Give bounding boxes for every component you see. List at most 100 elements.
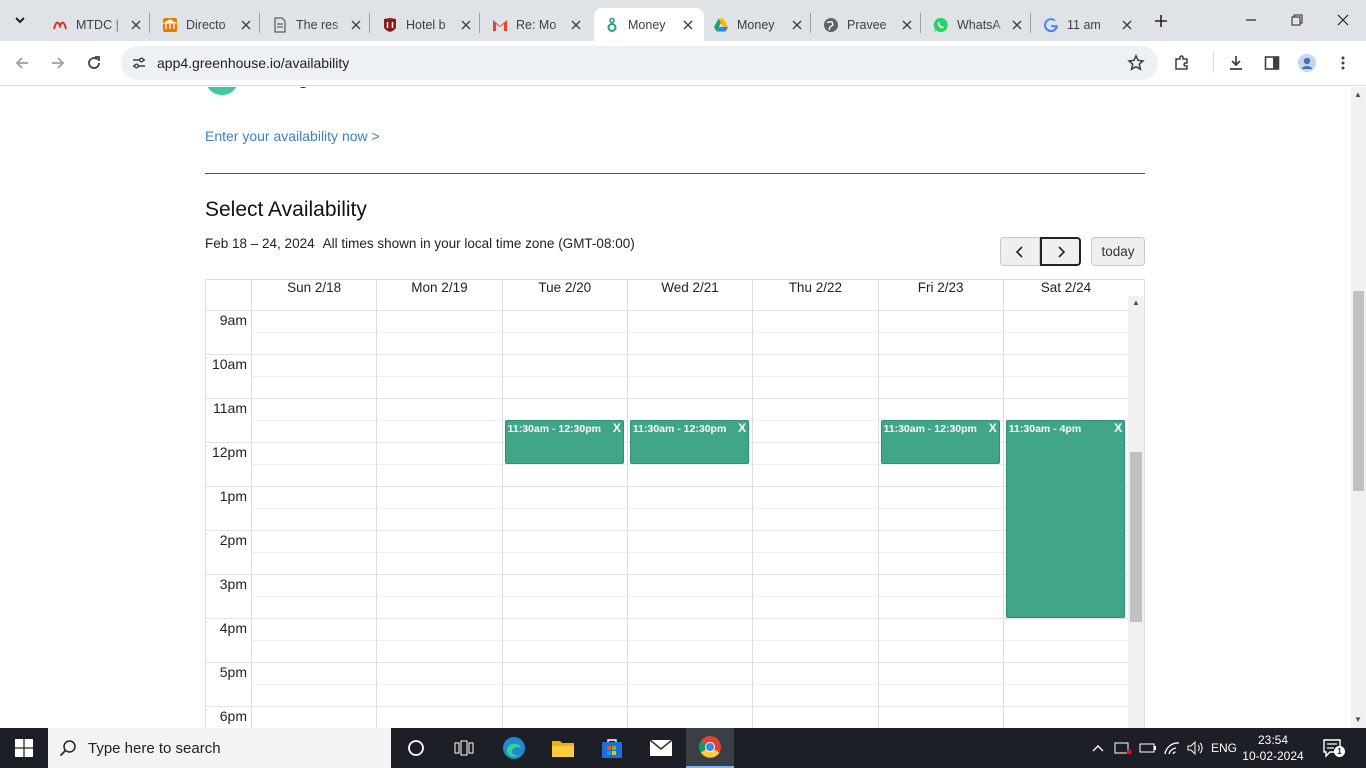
taskbar-edge[interactable] <box>490 728 538 768</box>
time-slot-label: 6pm <box>219 708 247 724</box>
browser-tab[interactable]: Money <box>703 8 813 41</box>
time-slot-label: 9am <box>219 312 247 328</box>
taskbar-chrome[interactable] <box>686 728 734 768</box>
profile-button[interactable] <box>1293 49 1321 77</box>
close-tab-icon[interactable] <box>128 17 144 33</box>
page-scroll-down-arrow[interactable]: ▼ <box>1354 715 1362 724</box>
address-bar[interactable]: app4.greenhouse.io/availability <box>121 46 1158 80</box>
bookmark-star-icon[interactable] <box>1126 53 1146 73</box>
page-scroll-up-arrow[interactable]: ▲ <box>1354 90 1362 99</box>
new-tab-button[interactable] <box>1150 10 1172 32</box>
calendar-scroll-thumb[interactable] <box>1130 452 1142 622</box>
page-scroll-thumb[interactable] <box>1353 291 1364 491</box>
tab-separator <box>149 13 150 33</box>
enter-availability-link[interactable]: Enter your availability now > <box>205 128 380 144</box>
volume-tray[interactable] <box>1184 728 1206 768</box>
next-week-button[interactable] <box>1040 237 1081 266</box>
chrome-menu-button[interactable] <box>1329 49 1357 77</box>
chevron-down-icon <box>15 17 25 24</box>
task-view-button[interactable] <box>440 728 488 768</box>
remove-availability-button[interactable]: X <box>989 421 997 435</box>
back-button[interactable] <box>8 49 36 77</box>
browser-tab[interactable]: The res <box>262 8 372 41</box>
tab-strip: MTDC | Directo The res Hotel b Re: Mo Money Mo… <box>0 0 1366 41</box>
day-column-divider <box>626 296 628 728</box>
extensions-button[interactable] <box>1168 49 1196 77</box>
section-divider <box>205 173 1145 174</box>
tab-search-button[interactable] <box>6 8 34 32</box>
browser-tab[interactable]: WhatsA <box>923 8 1033 41</box>
notification-center-button[interactable]: 1 <box>1322 738 1345 758</box>
taskbar-store[interactable] <box>588 728 636 768</box>
document-icon <box>272 16 288 33</box>
close-tab-icon[interactable] <box>680 17 696 33</box>
site-info-icon[interactable] <box>129 53 149 73</box>
close-window-button[interactable] <box>1320 0 1366 40</box>
battery-tray[interactable] <box>1137 728 1159 768</box>
cortana-button[interactable] <box>392 728 440 768</box>
browser-tab[interactable]: MTDC | <box>42 8 152 41</box>
windows-logo-icon <box>15 739 33 757</box>
system-clock[interactable]: 23:54 10-02-2024 <box>1240 732 1306 764</box>
browser-tab[interactable]: Hotel b <box>372 8 482 41</box>
download-icon <box>1230 56 1242 70</box>
hotel-icon <box>382 17 398 33</box>
meet-now-tray[interactable] <box>1111 728 1135 768</box>
today-button[interactable]: today <box>1091 237 1145 266</box>
close-tab-icon[interactable] <box>238 17 254 33</box>
availability-block[interactable]: 11:30am - 12:30pm X <box>504 420 624 464</box>
availability-block[interactable]: 11:30am - 12:30pm X <box>629 420 750 464</box>
close-tab-icon[interactable] <box>789 17 805 33</box>
scroll-up-arrow[interactable]: ▲ <box>1132 298 1140 307</box>
availability-time-label: 11:30am - 12:30pm <box>632 423 727 435</box>
clock-date: 10-02-2024 <box>1242 749 1304 763</box>
restore-icon <box>1291 14 1303 26</box>
language-indicator[interactable]: ENG <box>1208 728 1240 768</box>
reload-button[interactable] <box>80 49 108 77</box>
calendar-scrollbar[interactable]: ▲ ▼ <box>1128 296 1144 728</box>
availability-time-label: 11:30am - 12:30pm <box>883 423 977 435</box>
taskbar-mail[interactable] <box>637 728 685 768</box>
downloads-button[interactable] <box>1222 49 1250 77</box>
calendar-grid[interactable]: 8am9am10am11am12pm1pm2pm3pm4pm5pm6pm11:3… <box>206 296 1144 728</box>
meet-icon <box>1114 742 1132 755</box>
half-hour-gridline <box>251 684 1128 685</box>
remove-availability-button[interactable]: X <box>1114 421 1122 435</box>
close-tab-icon[interactable] <box>1009 17 1025 33</box>
browser-tab[interactable]: Money <box>594 8 704 41</box>
close-tab-icon[interactable] <box>899 17 915 33</box>
side-panel-button[interactable] <box>1258 49 1286 77</box>
tab-separator <box>369 13 370 33</box>
browser-tab[interactable]: 11 am <box>1033 8 1143 41</box>
tab-title: Re: Mo <box>516 17 557 32</box>
url-text[interactable]: app4.greenhouse.io/availability <box>157 55 349 71</box>
start-button[interactable] <box>0 728 48 768</box>
taskbar-search-box[interactable]: Type here to search <box>48 728 391 768</box>
greenhouse-logo <box>207 87 237 95</box>
page-scrollbar[interactable]: ▲ ▼ <box>1351 87 1366 728</box>
browser-tab[interactable]: Directo <box>152 8 262 41</box>
minimize-button[interactable] <box>1228 0 1274 40</box>
remove-availability-button[interactable]: X <box>738 421 746 435</box>
day-column-header: Sat 2/24 <box>1002 280 1128 296</box>
half-hour-gridline <box>251 332 1128 333</box>
close-tab-icon[interactable] <box>1119 17 1135 33</box>
forward-button[interactable] <box>44 49 72 77</box>
remove-availability-button[interactable]: X <box>613 421 621 435</box>
close-tab-icon[interactable] <box>458 17 474 33</box>
whatsapp-icon <box>933 17 949 33</box>
restore-button[interactable] <box>1274 0 1320 40</box>
network-tray[interactable] <box>1161 728 1183 768</box>
browser-tab[interactable]: Re: Mo <box>482 8 592 41</box>
show-hidden-icons-button[interactable] <box>1088 728 1108 768</box>
taskbar-file-explorer[interactable] <box>539 728 587 768</box>
close-tab-icon[interactable] <box>568 17 584 33</box>
availability-block[interactable]: 11:30am - 4pm X <box>1005 420 1126 618</box>
day-column-header: Mon 2/19 <box>376 280 501 296</box>
close-tab-icon[interactable] <box>348 17 364 33</box>
half-hour-gridline <box>251 376 1128 377</box>
availability-block[interactable]: 11:30am - 12:30pm X <box>880 420 1000 464</box>
previous-week-button[interactable] <box>1000 237 1040 266</box>
browser-tab[interactable]: Pravee <box>813 8 923 41</box>
reload-icon <box>88 56 100 69</box>
